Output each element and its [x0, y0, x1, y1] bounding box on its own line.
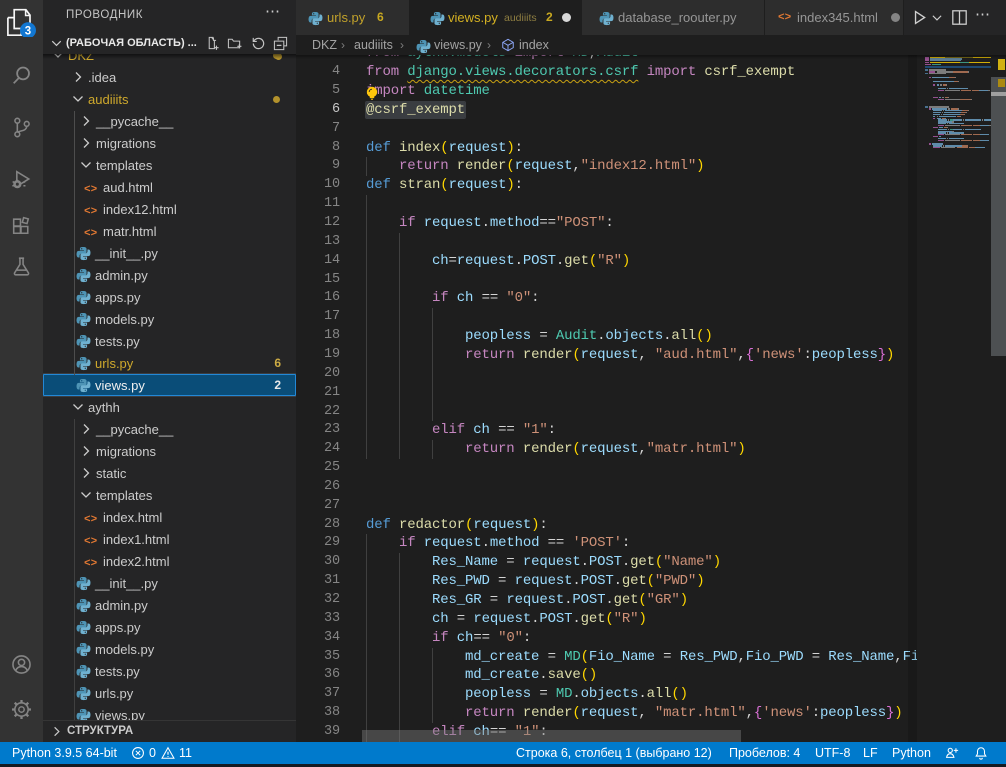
svg-text:3: 3 [25, 25, 31, 37]
